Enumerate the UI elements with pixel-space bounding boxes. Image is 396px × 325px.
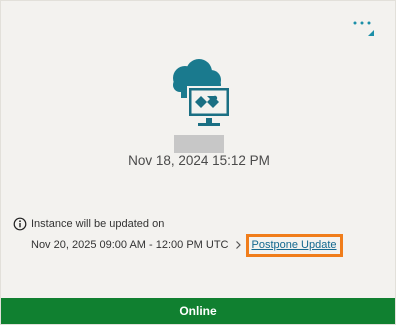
- instance-name-redacted: [174, 135, 224, 153]
- update-notice: Instance will be updated on: [13, 216, 164, 232]
- update-notice-label: Instance will be updated on: [31, 218, 165, 230]
- more-dots-icon: [353, 21, 374, 36]
- update-schedule-text: Nov 20, 2025 09:00 AM - 12:00 PM UTC: [31, 239, 229, 251]
- info-icon: [13, 217, 27, 231]
- cloud-monitor-icon: [163, 58, 235, 135]
- instance-card: Nov 18, 2024 15:12 PM Instance will be u…: [0, 0, 396, 325]
- status-badge: Online: [1, 298, 395, 324]
- chevron-right-icon: [235, 240, 242, 250]
- update-schedule: Nov 20, 2025 09:00 AM - 12:00 PM UTC Pos…: [31, 233, 343, 257]
- instance-timestamp: Nov 18, 2024 15:12 PM: [128, 153, 270, 168]
- more-options-button[interactable]: [350, 13, 378, 37]
- postpone-update-link[interactable]: Postpone Update: [245, 233, 343, 257]
